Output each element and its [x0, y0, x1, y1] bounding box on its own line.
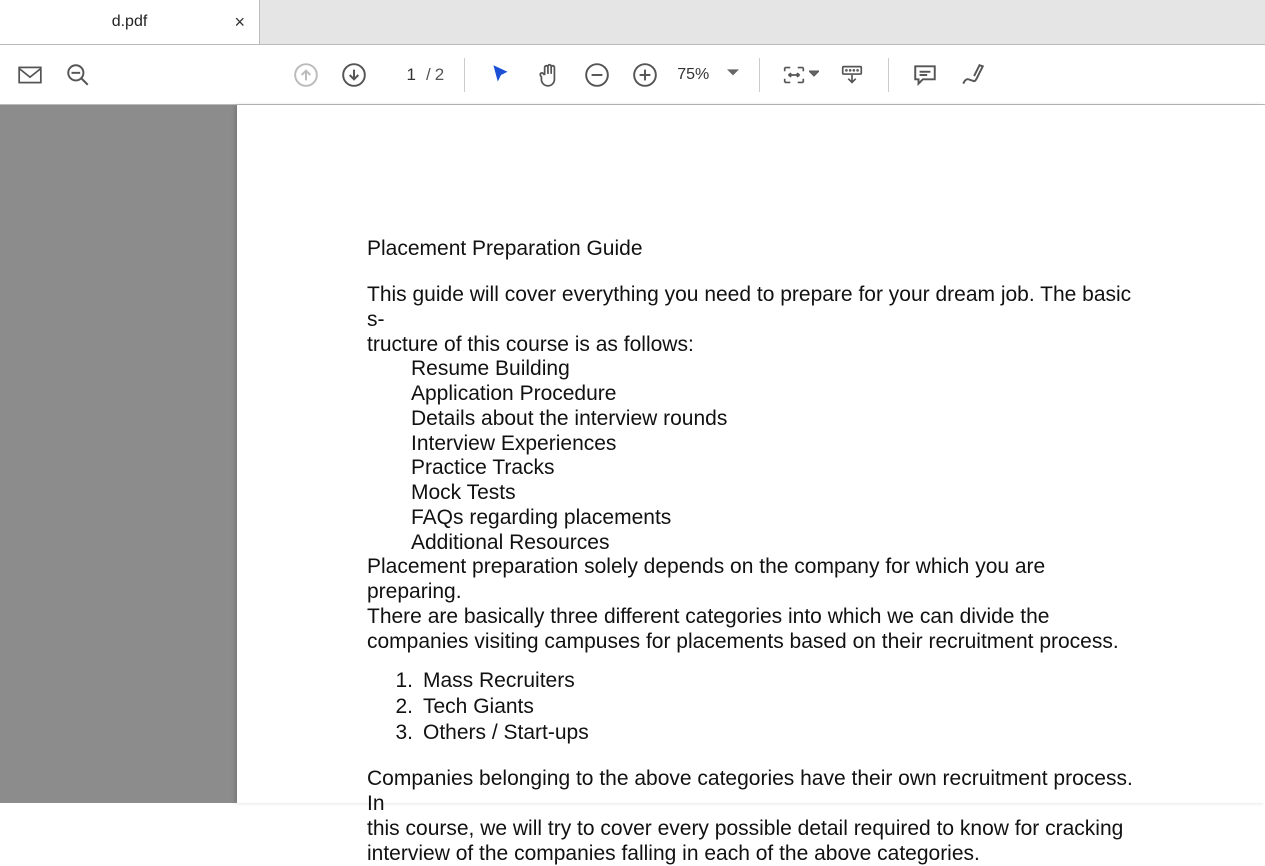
viewer-sidebar — [0, 105, 237, 803]
para3-l2: this course, we will try to cover every … — [367, 817, 1145, 842]
email-icon[interactable] — [10, 55, 50, 95]
tab-document[interactable]: d.pdf × — [0, 0, 260, 44]
para3-l3: interview of the companies falling in ea… — [367, 842, 1145, 866]
intro-line1: This guide will cover everything you nee… — [367, 283, 1145, 333]
structure-list: Resume Building Application Procedure De… — [411, 357, 1145, 555]
chevron-down-icon[interactable] — [727, 67, 739, 82]
zoom-value: 75% — [677, 66, 709, 84]
page-current-input[interactable] — [386, 65, 422, 85]
divider — [888, 58, 889, 92]
page-total: 2 — [435, 65, 444, 85]
list-item: 3.Others / Start-ups — [377, 720, 1145, 746]
tab-filename: d.pdf — [112, 13, 148, 31]
fit-width-icon[interactable] — [776, 55, 824, 95]
para2-l2: There are basically three different cate… — [367, 605, 1145, 630]
document-title: Placement Preparation Guide — [367, 237, 1145, 261]
page-indicator: / 2 — [386, 65, 444, 85]
select-tool-icon[interactable] — [481, 55, 521, 95]
list-item: Interview Experiences — [411, 432, 1145, 457]
intro-line2: tructure of this course is as follows: — [367, 333, 1145, 358]
read-mode-icon[interactable] — [832, 55, 872, 95]
para3-l1: Companies belonging to the above categor… — [367, 767, 1145, 817]
page-area[interactable]: Placement Preparation Guide This guide w… — [237, 105, 1265, 803]
page-up-icon[interactable] — [286, 55, 326, 95]
close-icon[interactable]: × — [234, 13, 245, 31]
list-item: Additional Resources — [411, 531, 1145, 556]
para2-l3: companies visiting campuses for placemen… — [367, 630, 1145, 655]
tab-bar: d.pdf × — [0, 0, 1265, 45]
list-item: 1.Mass Recruiters — [377, 668, 1145, 694]
para2-l1: Placement preparation solely depends on … — [367, 555, 1145, 605]
list-item: Application Procedure — [411, 382, 1145, 407]
zoom-out-icon[interactable] — [577, 55, 617, 95]
list-item: Resume Building — [411, 357, 1145, 382]
toolbar: / 2 75% — [0, 45, 1265, 105]
categories-list: 1.Mass Recruiters 2.Tech Giants 3.Others… — [377, 668, 1145, 745]
page-separator: / — [426, 65, 431, 85]
chevron-down-icon[interactable] — [809, 66, 819, 84]
search-icon[interactable] — [58, 55, 98, 95]
page-down-icon[interactable] — [334, 55, 374, 95]
pdf-page: Placement Preparation Guide This guide w… — [237, 105, 1265, 803]
list-item: Mock Tests — [411, 481, 1145, 506]
list-item: Practice Tracks — [411, 456, 1145, 481]
sign-icon[interactable] — [953, 55, 993, 95]
viewer: Placement Preparation Guide This guide w… — [0, 105, 1265, 803]
zoom-level[interactable]: 75% — [677, 66, 739, 84]
zoom-in-icon[interactable] — [625, 55, 665, 95]
list-item: FAQs regarding placements — [411, 506, 1145, 531]
divider — [759, 58, 760, 92]
hand-tool-icon[interactable] — [529, 55, 569, 95]
list-item: 2.Tech Giants — [377, 694, 1145, 720]
comment-icon[interactable] — [905, 55, 945, 95]
divider — [464, 58, 465, 92]
list-item: Details about the interview rounds — [411, 407, 1145, 432]
